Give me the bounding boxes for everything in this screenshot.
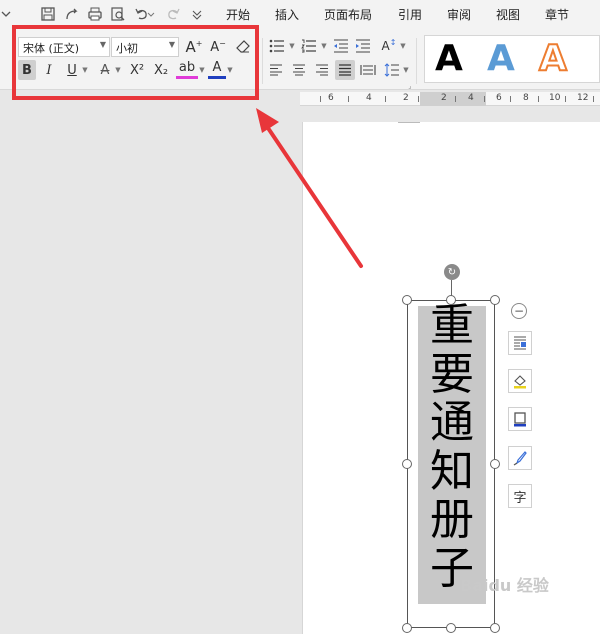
align-left-icon[interactable] [266, 60, 286, 80]
tab-review[interactable]: 审阅 [447, 6, 471, 23]
vertical-text[interactable]: 重 要 通 知 册 子 [418, 300, 486, 593]
tab-page-layout[interactable]: 页面布局 [324, 6, 372, 23]
undo-dropdown-icon[interactable] [146, 4, 156, 24]
tab-view[interactable]: 视图 [496, 6, 520, 23]
text-direction-dropdown-icon[interactable]: ▼ [399, 40, 407, 52]
print-preview-icon[interactable] [108, 4, 128, 24]
resize-handle-bottom-right[interactable] [490, 623, 500, 633]
ruler-active-area [420, 92, 486, 106]
ruler-tick [538, 96, 539, 102]
resize-handle-top[interactable] [446, 295, 456, 305]
annotation-highlight-box [12, 25, 259, 100]
format-brush-button[interactable] [508, 446, 532, 470]
bullet-list-icon[interactable] [266, 36, 288, 56]
decrease-indent-icon[interactable] [331, 36, 351, 56]
redo-icon[interactable] [163, 4, 183, 24]
menu-dropdown-icon[interactable] [0, 4, 16, 24]
text-wrap-button[interactable]: 字 [508, 484, 532, 508]
rotate-icon[interactable]: ↻ [444, 264, 460, 280]
ruler-tick [565, 96, 566, 102]
style-preset-blue[interactable]: A [487, 38, 515, 80]
align-center-icon[interactable] [289, 60, 309, 80]
ruler-label: 2 [441, 93, 447, 103]
resize-handle-bottom[interactable] [446, 623, 456, 633]
ruler-tick [510, 96, 511, 102]
text-char: 册 [430, 494, 474, 545]
shape-fill-button[interactable] [508, 369, 532, 393]
numbered-list-dropdown-icon[interactable]: ▼ [320, 40, 328, 52]
horizontal-ruler[interactable]: 6 4 2 2 4 6 8 10 12 [300, 92, 600, 106]
ruler-tick [320, 96, 321, 102]
text-wrap-icon: 字 [513, 490, 527, 506]
brush-icon [513, 451, 527, 466]
resize-handle-bottom-left[interactable] [402, 623, 412, 633]
ruler-label: 4 [468, 93, 474, 103]
tab-references[interactable]: 引用 [398, 6, 422, 23]
ruler-label: 6 [496, 93, 502, 103]
resize-handle-left[interactable] [402, 459, 412, 469]
layout-options-icon [514, 336, 526, 350]
increase-indent-icon[interactable] [353, 36, 373, 56]
ruler-tick [348, 96, 349, 102]
customize-quick-access-icon[interactable] [187, 4, 207, 24]
ruler-tick [484, 96, 485, 102]
collapse-toolbar-icon[interactable]: − [511, 303, 527, 319]
ruler-tick [385, 96, 386, 102]
text-direction-icon[interactable]: A ↕ [378, 36, 400, 56]
ruler-label: 4 [366, 93, 372, 103]
outline-icon [514, 412, 526, 427]
style-preset-orange-outline[interactable]: A [538, 37, 568, 80]
shape-outline-button[interactable] [508, 407, 532, 431]
resize-handle-top-left[interactable] [402, 295, 412, 305]
tab-insert[interactable]: 插入 [275, 6, 299, 23]
print-icon[interactable] [85, 4, 105, 24]
page-corner-mark [398, 122, 420, 128]
tab-start[interactable]: 开始 [226, 6, 250, 23]
text-char: 通 [430, 397, 474, 448]
ruler-label: 6 [328, 93, 334, 103]
text-char: 重 [430, 300, 474, 351]
resize-handle-top-right[interactable] [490, 295, 500, 305]
resize-handle-right[interactable] [490, 459, 500, 469]
ruler-tick [455, 96, 456, 102]
numbered-list-icon[interactable] [298, 36, 320, 56]
fill-bucket-icon [514, 375, 526, 389]
quick-access-bar: 开始 插入 页面布局 引用 审阅 视图 章节 [0, 0, 600, 28]
layout-options-button[interactable] [508, 331, 532, 355]
ruler-label: 8 [523, 93, 529, 103]
line-spacing-icon[interactable] [382, 60, 402, 80]
paragraph-settings-icon[interactable]: ⌟ [406, 82, 414, 90]
save-icon[interactable] [38, 4, 58, 24]
bullet-list-dropdown-icon[interactable]: ▼ [288, 40, 296, 52]
text-char: 要 [430, 348, 474, 400]
ruler-tick [593, 96, 594, 102]
distributed-align-icon[interactable] [358, 60, 378, 80]
line-spacing-dropdown-icon[interactable]: ▼ [402, 64, 410, 76]
ruler-label: 10 [549, 93, 561, 103]
justify-icon[interactable] [335, 60, 355, 80]
ruler-label: 12 [577, 93, 589, 103]
ribbon-separator [262, 38, 263, 84]
align-right-icon[interactable] [312, 60, 332, 80]
style-preset-black[interactable]: A [435, 38, 463, 80]
ruler-label: 2 [403, 93, 409, 103]
ribbon-separator [416, 38, 417, 84]
export-pdf-icon[interactable] [62, 4, 82, 24]
text-style-gallery: A A A [424, 35, 600, 83]
tab-chapter[interactable]: 章节 [545, 6, 569, 23]
text-char: 知 [430, 445, 474, 497]
watermark-text: Baidu 经验 [460, 576, 549, 595]
ruler-tick [418, 96, 419, 102]
